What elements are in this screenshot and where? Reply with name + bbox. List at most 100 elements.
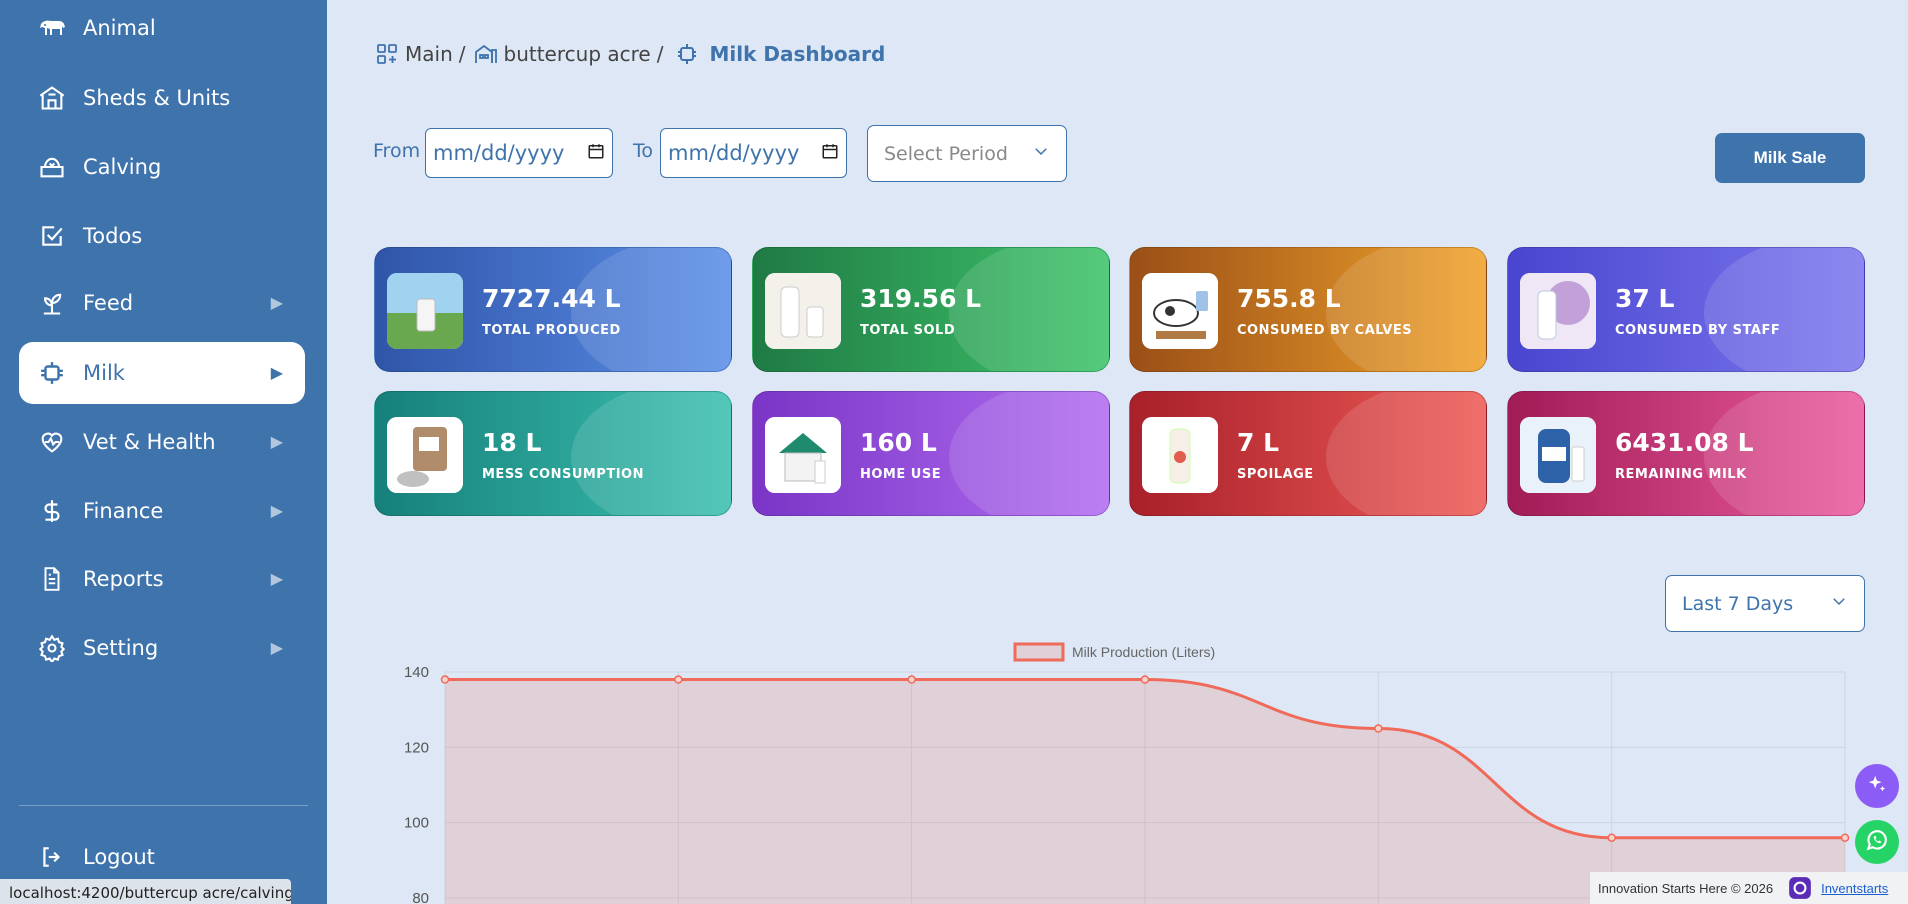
card-value: 18 L — [482, 428, 542, 457]
stat-card-total-sold[interactable]: 319.56 L TOTAL SOLD — [752, 247, 1110, 372]
period-select[interactable]: Select Period — [867, 125, 1067, 182]
y-tick-label: 80 — [412, 890, 429, 904]
card-caption: TOTAL PRODUCED — [482, 323, 621, 338]
card-image — [765, 417, 841, 493]
footer-text: Innovation Starts Here © 2026 — [1598, 880, 1774, 896]
data-point — [674, 675, 683, 684]
card-image — [765, 273, 841, 349]
sidebar-item-todos[interactable]: Todos — [19, 205, 305, 267]
from-date-input[interactable]: mm/dd/yyyy — [425, 128, 613, 178]
stat-card-consumed-by-calves[interactable]: 755.8 L CONSUMED BY CALVES — [1129, 247, 1487, 372]
stat-card-remaining-milk[interactable]: 6431.08 L REMAINING MILK — [1507, 391, 1865, 516]
sidebar: Animal Sheds & Units Calving Todos Feed ▶ Milk… — [0, 0, 327, 904]
sidebar-item-label: Animal — [83, 16, 156, 40]
status-url: localhost:4200/buttercup acre/calving — [0, 879, 291, 904]
card-value: 160 L — [860, 428, 937, 457]
card-decoration — [949, 392, 1109, 515]
breadcrumb-current: Milk Dashboard — [709, 42, 886, 66]
card-image — [387, 417, 463, 493]
sidebar-item-reports[interactable]: Reports ▶ — [19, 548, 305, 610]
milk-can-icon — [675, 42, 699, 66]
milk-production-chart: Milk Production (Liters) 140 120 100 80 — [404, 642, 1850, 904]
sidebar-item-feed[interactable]: Feed ▶ — [19, 272, 305, 334]
area-fill — [445, 679, 1845, 904]
sidebar-item-calving[interactable]: Calving — [19, 136, 305, 198]
card-caption: CONSUMED BY CALVES — [1237, 323, 1413, 338]
calving-icon — [37, 152, 67, 182]
milk-sale-button[interactable]: Milk Sale — [1715, 133, 1865, 183]
breadcrumb-separator: / — [656, 42, 664, 66]
expand-arrow-icon[interactable]: ▶ — [271, 638, 283, 658]
chevron-down-icon — [1830, 592, 1848, 615]
expand-arrow-icon[interactable]: ▶ — [271, 363, 283, 383]
to-date-value: mm/dd/yyyy — [668, 141, 800, 165]
expand-arrow-icon[interactable]: ▶ — [271, 432, 283, 452]
sidebar-item-animal[interactable]: Animal — [19, 0, 305, 59]
sidebar-item-label: Calving — [83, 155, 162, 179]
to-date-input[interactable]: mm/dd/yyyy — [660, 128, 847, 178]
calendar-icon[interactable] — [587, 141, 605, 165]
card-image — [387, 273, 463, 349]
card-caption: REMAINING MILK — [1615, 467, 1747, 482]
calendar-icon[interactable] — [821, 141, 839, 165]
sidebar-item-label: Feed — [83, 291, 134, 315]
breadcrumb-main[interactable]: Main — [405, 42, 453, 66]
sidebar-item-setting[interactable]: Setting ▶ — [19, 617, 305, 679]
stat-card-mess-consumption[interactable]: 18 L MESS CONSUMPTION — [374, 391, 732, 516]
expand-arrow-icon[interactable]: ▶ — [271, 293, 283, 313]
dollar-icon — [37, 496, 67, 526]
milk-can-icon — [37, 358, 67, 388]
ai-assistant-button[interactable] — [1855, 764, 1899, 808]
period-select-value: Select Period — [884, 142, 1008, 165]
brand-link[interactable]: Inventstarts — [1821, 881, 1888, 896]
whatsapp-button[interactable] — [1855, 820, 1899, 864]
chart-period-value: Last 7 Days — [1682, 592, 1794, 615]
cow-icon — [37, 13, 67, 43]
from-label: From — [373, 140, 421, 162]
card-caption: SPOILAGE — [1237, 467, 1314, 482]
whatsapp-icon — [1864, 827, 1890, 858]
card-image — [1520, 273, 1596, 349]
card-decoration — [571, 392, 731, 515]
brand-logo-icon — [1787, 875, 1813, 901]
card-decoration — [1704, 248, 1864, 371]
sidebar-item-finance[interactable]: Finance ▶ — [19, 480, 305, 542]
card-caption: CONSUMED BY STAFF — [1615, 323, 1781, 338]
breadcrumb-separator: / — [458, 42, 466, 66]
expand-arrow-icon[interactable]: ▶ — [271, 501, 283, 521]
sidebar-item-label: Setting — [83, 636, 159, 660]
sidebar-item-vet-health[interactable]: Vet & Health ▶ — [19, 411, 305, 473]
sidebar-item-milk[interactable]: Milk ▶ — [19, 342, 305, 404]
logout-icon — [37, 842, 67, 872]
stat-card-total-produced[interactable]: 7727.44 L TOTAL PRODUCED — [374, 247, 732, 372]
logout-label: Logout — [83, 845, 155, 869]
data-point — [907, 675, 916, 684]
y-tick-label: 120 — [404, 739, 429, 756]
sidebar-item-label: Todos — [83, 224, 143, 248]
card-value: 755.8 L — [1237, 284, 1341, 313]
stat-card-consumed-by-staff[interactable]: 37 L CONSUMED BY STAFF — [1507, 247, 1865, 372]
shed-icon — [37, 83, 67, 113]
sidebar-item-label: Vet & Health — [83, 430, 216, 454]
document-icon — [37, 564, 67, 594]
card-image — [1142, 273, 1218, 349]
chart-period-select[interactable]: Last 7 Days — [1665, 575, 1865, 632]
card-value: 319.56 L — [860, 284, 982, 313]
card-caption: MESS CONSUMPTION — [482, 467, 644, 482]
card-decoration — [1326, 248, 1486, 371]
legend-label: Milk Production (Liters) — [1072, 644, 1215, 660]
sidebar-item-sheds-units[interactable]: Sheds & Units — [19, 67, 305, 129]
checkbox-icon — [37, 221, 67, 251]
footer: Innovation Starts Here © 2026 Inventstar… — [1590, 872, 1908, 904]
data-point — [1374, 724, 1383, 733]
gear-icon — [37, 633, 67, 663]
sidebar-item-label: Reports — [83, 567, 164, 591]
data-point — [1840, 833, 1850, 842]
data-point — [1607, 833, 1616, 842]
breadcrumb-farm[interactable]: buttercup acre — [504, 42, 651, 66]
legend-swatch — [1013, 642, 1065, 662]
expand-arrow-icon[interactable]: ▶ — [271, 569, 283, 589]
y-tick-label: 140 — [404, 664, 429, 681]
stat-card-spoilage[interactable]: 7 L SPOILAGE — [1129, 391, 1487, 516]
stat-card-home-use[interactable]: 160 L HOME USE — [752, 391, 1110, 516]
